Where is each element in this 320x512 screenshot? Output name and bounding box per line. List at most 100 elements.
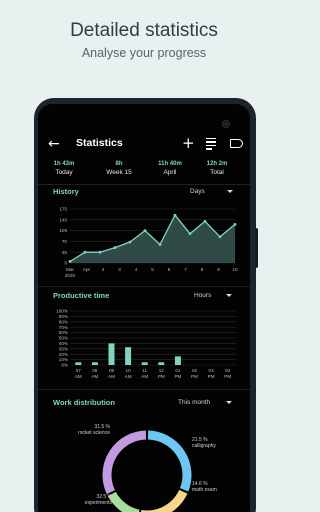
summary-week: 8h Week 15 — [104, 161, 134, 176]
history-point — [233, 223, 237, 226]
x-tick-label: PM — [208, 374, 215, 379]
history-point — [128, 240, 132, 244]
summary-total: 12h 2m Total — [202, 161, 232, 176]
history-title: History — [53, 187, 79, 196]
history-point — [83, 250, 87, 254]
pie-label-name: math exam — [192, 487, 217, 493]
camera-icon — [222, 120, 230, 128]
history-point — [113, 246, 117, 249]
y-tick-label: 175 — [59, 207, 67, 212]
x-tick-label: PM — [158, 374, 165, 379]
divider — [38, 389, 250, 390]
x-tick-label: AM — [141, 374, 148, 379]
history-period-dropdown[interactable]: Days — [190, 188, 205, 195]
history-area — [70, 215, 235, 263]
y-tick-label: 10% — [59, 357, 68, 362]
productive-period-dropdown[interactable]: Hours — [194, 292, 211, 299]
history-point — [68, 260, 72, 263]
x-tick-label: 03 — [209, 368, 215, 373]
promo-subtitle: Analyse your progress — [81, 46, 207, 60]
summary-label: April — [163, 169, 177, 176]
chevron-down-icon[interactable] — [226, 401, 232, 404]
y-tick-label: 30% — [59, 346, 68, 351]
pie-label-name: experiments — [84, 500, 112, 506]
y-tick-label: 80% — [59, 319, 68, 324]
y-tick-label: 0 — [64, 261, 67, 266]
phone-side-button — [255, 228, 258, 268]
x-tick-label: Mar — [66, 267, 74, 272]
summary-label: Total — [210, 169, 224, 176]
history-point — [143, 229, 147, 232]
y-tick-label: 105 — [59, 228, 67, 233]
x-tick-label: 08 — [92, 368, 98, 373]
chevron-down-icon[interactable] — [227, 190, 233, 193]
divider — [38, 184, 250, 185]
pie-label-rocket-science: 31.5 % rocket science — [70, 424, 110, 436]
x-tick-label: 2 — [102, 267, 105, 272]
pie-slice — [140, 489, 188, 512]
x-tick-label: 9 — [217, 267, 220, 272]
toolbar: ← Statistics + — [38, 134, 250, 156]
x-tick-label: PM — [224, 374, 231, 379]
summary-label: Week 15 — [106, 169, 132, 176]
y-tick-label: 70% — [59, 325, 68, 330]
x-tick-label: AM — [125, 374, 132, 379]
page-title: Statistics — [76, 137, 123, 149]
label-icon[interactable] — [230, 139, 243, 148]
pie-label-math-exam: 14.6 % math exam — [192, 481, 217, 493]
x-tick-label: 01 — [175, 368, 181, 373]
history-chart: 175 140 105 70 35 0Mar2020 Apr 2 3 4 5 6 7 8 9 10 — [59, 207, 238, 278]
x-tick-label: 12 — [159, 368, 165, 373]
y-tick-label: 100% — [56, 309, 68, 314]
x-tick-label: 09 — [109, 368, 115, 373]
pie-label-calligraphy: 21.5 % calligraphy — [192, 437, 216, 449]
x-tick-label: 6 — [168, 267, 171, 272]
productive-bar — [158, 362, 165, 365]
productive-bar — [125, 347, 132, 365]
distribution-title: Work distribution — [53, 398, 115, 407]
productive-bar — [108, 343, 115, 365]
productive-bar — [174, 356, 181, 365]
summary-value: 11h 40m — [158, 161, 182, 167]
pie-slice — [102, 430, 147, 495]
history-point — [203, 219, 207, 223]
summary-row: 1h 43m Today 8h Week 15 11h 40m April 12… — [38, 161, 250, 183]
back-arrow-icon[interactable]: ← — [48, 134, 60, 154]
x-tick-label: PM — [191, 374, 198, 379]
y-tick-label: 50% — [59, 336, 68, 341]
pie-label-experiments: 32.5 % experiments — [70, 494, 112, 506]
y-tick-label: 40% — [59, 341, 68, 346]
x-tick-label: 02 — [192, 368, 198, 373]
summary-value: 8h — [115, 161, 123, 167]
history-point — [98, 250, 102, 254]
summary-month: 11h 40m April — [154, 161, 186, 176]
summary-today: 1h 43m Today — [49, 161, 79, 176]
chevron-down-icon[interactable] — [226, 294, 232, 297]
distribution-period-dropdown[interactable]: This month — [178, 399, 210, 406]
promo-title: Detailed statistics — [70, 20, 218, 41]
x-tick-label: Apr — [83, 267, 91, 272]
history-point — [158, 243, 162, 246]
productive-chart: 100%90%80%70%60%50%40%30%20%10%0%07AM08A… — [56, 309, 236, 379]
x-tick-label: 4 — [135, 267, 138, 272]
x-tick-label: 7 — [184, 267, 187, 272]
history-point — [218, 235, 222, 239]
summary-label: Today — [55, 169, 73, 176]
add-icon[interactable]: + — [182, 133, 195, 153]
history-point — [188, 232, 192, 236]
divider — [38, 286, 250, 287]
list-icon[interactable] — [206, 138, 216, 150]
y-tick-label: 70 — [62, 239, 68, 244]
productive-bar — [141, 362, 148, 365]
x-tick-label: 8 — [201, 267, 204, 272]
x-tick-label: PM — [174, 374, 181, 379]
y-tick-label: 0% — [61, 363, 68, 368]
productive-bar — [91, 362, 98, 365]
x-tick-label: 3 — [118, 267, 121, 272]
x-tick-label: 11 — [142, 368, 147, 373]
pie-slice — [107, 491, 140, 512]
y-tick-label: 60% — [59, 330, 68, 335]
x-tick-label: 5 — [151, 267, 154, 272]
x-tick-label: AM — [91, 374, 98, 379]
history-point — [173, 213, 177, 217]
